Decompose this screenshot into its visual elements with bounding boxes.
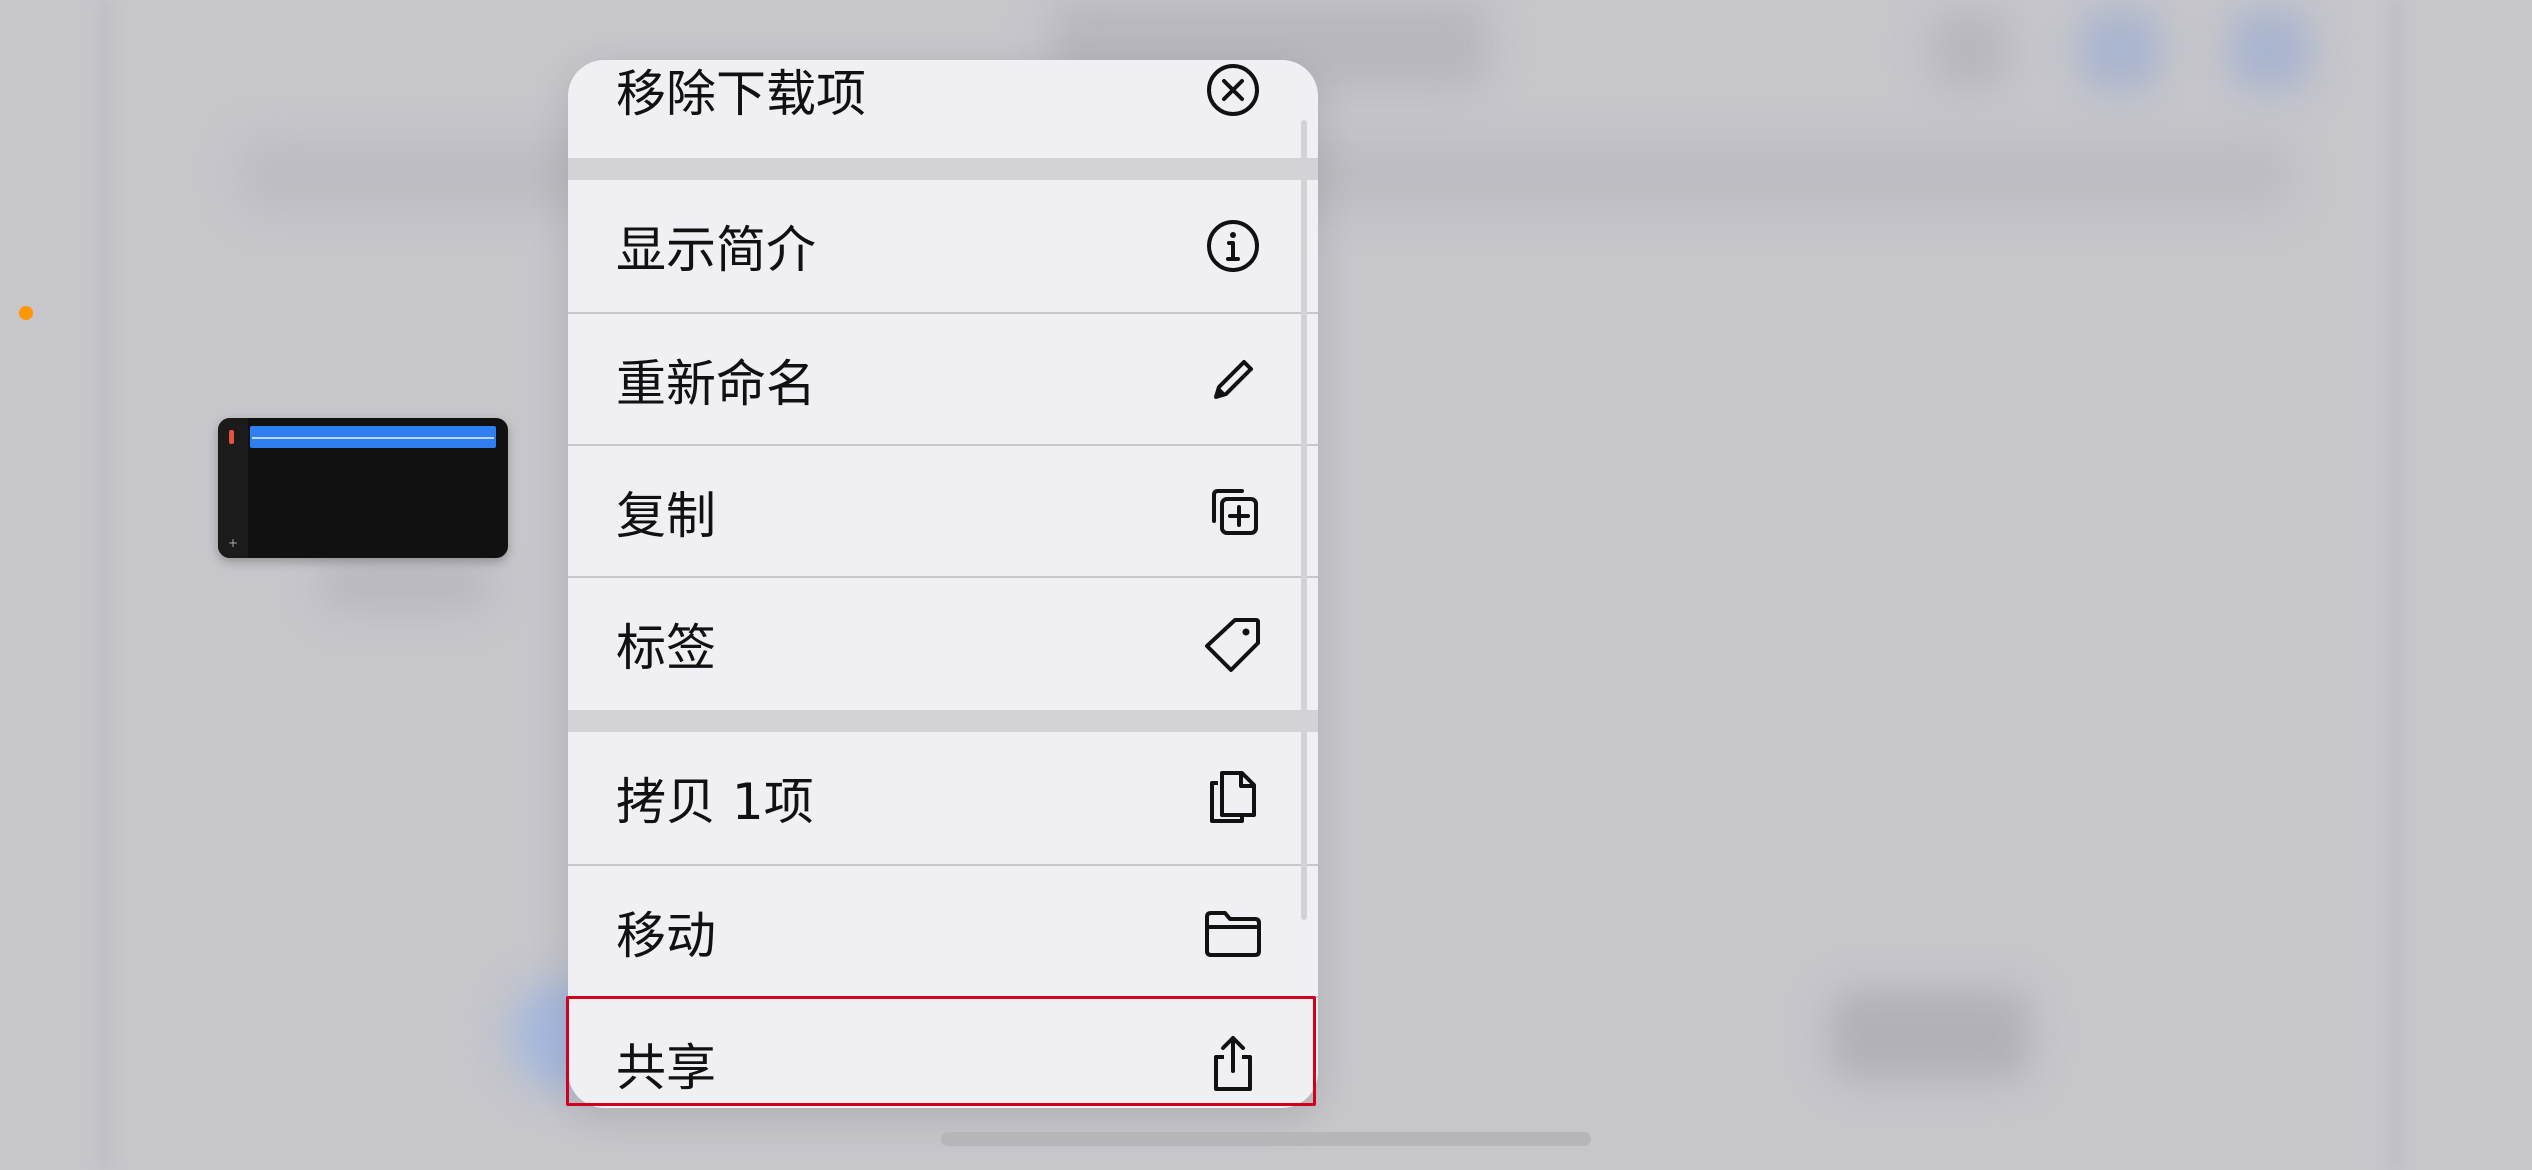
share-icon [1204,1035,1262,1093]
menu-scrollbar[interactable] [1301,120,1307,920]
menu-item-get-info[interactable]: 显示简介 [568,180,1318,312]
menu-item-copy[interactable]: 拷贝 1项 [568,732,1318,864]
blurred-sidebar-edge [100,0,110,1170]
blurred-toolbar-button [2230,10,2310,90]
file-preview-thumbnail[interactable]: + [218,418,508,558]
xmark-circle-icon [1204,61,1262,119]
menu-item-remove-download[interactable]: 移除下载项 [568,60,1318,156]
record-indicator-icon [229,430,234,444]
menu-item-duplicate[interactable]: 复制 [568,446,1318,578]
menu-item-label: 显示简介 [616,221,816,279]
waveform [252,437,494,439]
audio-region [250,426,496,448]
info-circle-icon [1204,217,1262,275]
plus-icon: + [228,536,239,550]
blurred-sidebar-edge [2390,0,2402,1170]
folder-icon [1204,903,1262,961]
home-indicator[interactable] [941,1132,1591,1146]
doc-on-doc-icon [1204,769,1262,827]
menu-group-separator [568,710,1318,732]
menu-item-rename[interactable]: 重新命名 [568,314,1318,446]
menu-item-move[interactable]: 移动 [568,866,1318,998]
menu-item-label: 移除下载项 [616,65,866,123]
menu-item-tags[interactable]: 标签 [568,578,1318,710]
menu-item-label: 共享 [616,1039,716,1097]
menu-item-label: 拷贝 1项 [616,773,814,831]
blurred-toolbar-button [1930,10,2010,90]
menu-group-separator [568,158,1318,180]
blurred-toolbar-button [2080,10,2160,90]
track-header: + [218,418,248,558]
menu-item-label: 重新命名 [616,355,816,413]
plus-square-on-square-icon [1204,483,1262,541]
menu-item-share[interactable]: 共享 [568,998,1318,1108]
orange-status-dot [19,306,33,320]
tag-icon [1204,615,1262,673]
menu-item-label: 标签 [616,619,716,677]
blurred-file-name [320,560,490,610]
menu-item-label: 复制 [616,487,716,545]
menu-item-label: 移动 [616,907,716,965]
blurred-tab-icon [1830,990,2030,1080]
context-menu: 移除下载项 显示简介 重新命名 复制 标签 拷贝 1项 移动 共享 [568,60,1318,1108]
pencil-icon [1204,351,1262,409]
